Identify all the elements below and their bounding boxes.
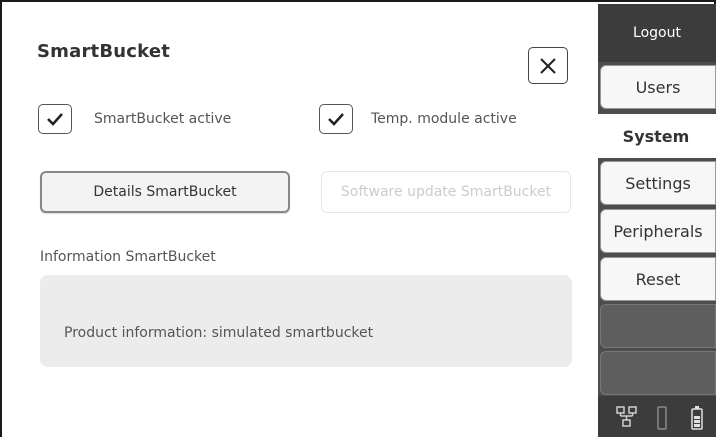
tab-reset[interactable]: Reset [600, 257, 716, 301]
app-frame: SmartBucket SmartBucket active Temp. mod… [0, 0, 716, 437]
close-button[interactable] [528, 47, 568, 84]
software-update-button: Software update SmartBucket [321, 171, 571, 213]
info-heading: Information SmartBucket [40, 249, 216, 265]
battery-icon [691, 406, 703, 430]
smartbucket-active-label: SmartBucket active [94, 111, 232, 127]
sidebar-empty-slot [600, 351, 716, 395]
temp-module-active-row: Temp. module active [319, 104, 517, 134]
logout-button[interactable]: Logout [598, 4, 716, 62]
tab-peripherals[interactable]: Peripherals [600, 209, 716, 253]
checkmark-icon [328, 113, 344, 126]
tab-system[interactable]: System [596, 114, 716, 158]
smartbucket-active-row: SmartBucket active [38, 104, 231, 134]
temp-module-active-checkbox[interactable] [319, 104, 353, 134]
checkmark-icon [47, 113, 63, 126]
thermometer-icon [657, 406, 667, 430]
smartbucket-active-checkbox[interactable] [38, 104, 72, 134]
close-icon [540, 57, 556, 74]
sidebar: Logout Users System Settings Peripherals… [596, 4, 716, 437]
network-icon [616, 406, 637, 427]
sidebar-empty-slot [600, 304, 716, 348]
temp-module-active-label: Temp. module active [371, 111, 517, 127]
details-smartbucket-button[interactable]: Details SmartBucket [40, 171, 290, 213]
status-bar [598, 396, 716, 437]
tab-settings[interactable]: Settings [600, 161, 716, 205]
main-panel: SmartBucket SmartBucket active Temp. mod… [4, 4, 598, 437]
tab-users[interactable]: Users [600, 65, 716, 109]
product-information-text: Product information: simulated smartbuck… [64, 325, 374, 341]
page-title: SmartBucket [37, 41, 171, 62]
info-box: Product information: simulated smartbuck… [40, 275, 572, 367]
